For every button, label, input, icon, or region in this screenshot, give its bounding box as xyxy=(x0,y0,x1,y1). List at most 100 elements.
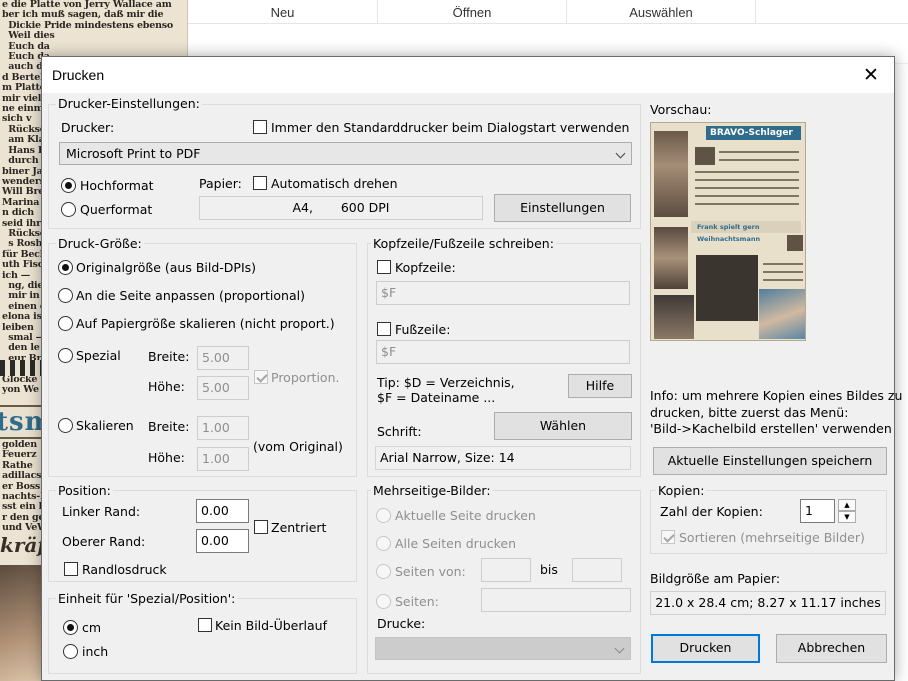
prints-label: Drucke: xyxy=(377,616,426,631)
landscape-radio[interactable] xyxy=(61,202,76,217)
printer-settings-button[interactable]: Einstellungen xyxy=(494,194,631,222)
auto-rotate-checkbox[interactable] xyxy=(253,176,267,190)
pages-to-label: bis xyxy=(540,562,558,577)
scale-height-label: Höhe: xyxy=(148,450,185,465)
printer-settings-label: Drucker-Einstellungen: xyxy=(56,96,202,111)
chevron-up-icon: ▲ xyxy=(844,501,850,509)
centered-checkbox[interactable] xyxy=(254,520,268,534)
special-height-input[interactable]: 5.00 xyxy=(197,376,249,400)
scale-width-input[interactable]: 1.00 xyxy=(197,416,249,440)
print-button[interactable]: Drucken xyxy=(651,634,760,663)
header-column-auswaehlen[interactable]: Auswählen xyxy=(567,0,756,24)
size-special-radio[interactable] xyxy=(58,348,73,363)
size-stretch-label: Auf Papiergröße skalieren (nicht proport… xyxy=(76,316,335,331)
unit-inch-label: inch xyxy=(82,644,109,659)
preview-photo-bottom-right xyxy=(759,289,805,339)
help-button[interactable]: Hilfe xyxy=(568,374,632,398)
unit-cm-radio[interactable] xyxy=(63,620,78,635)
centered-label: Zentriert xyxy=(271,520,327,535)
header-input[interactable]: $F xyxy=(376,281,630,305)
preview-table xyxy=(696,255,758,321)
special-width-input[interactable]: 5.00 xyxy=(197,346,249,370)
preview-banner: BRAVO-Schlager xyxy=(706,126,801,140)
position-label: Position: xyxy=(56,483,113,498)
info-text-line-1: Info: um mehrere Kopien eines Bildes zu xyxy=(650,388,903,403)
save-settings-button[interactable]: Aktuelle Einstellungen speichern xyxy=(653,447,887,475)
pages-to-input[interactable] xyxy=(572,558,622,582)
preview-text-line xyxy=(763,271,803,273)
printer-label: Drucker: xyxy=(61,120,115,135)
header-column-neu[interactable]: Neu xyxy=(188,0,378,24)
preview-photo-small xyxy=(695,147,715,165)
current-page-label: Aktuelle Seite drucken xyxy=(395,508,536,523)
proportion-checkbox[interactable] xyxy=(254,370,268,384)
copies-down-button[interactable]: ▼ xyxy=(838,511,856,523)
paper-format: A4 xyxy=(292,200,310,215)
footer-checkbox[interactable] xyxy=(377,322,391,336)
size-original-label: Originalgröße (aus Bild-DPIs) xyxy=(76,260,257,275)
unit-inch-radio[interactable] xyxy=(63,644,78,659)
top-margin-input[interactable]: 0.00 xyxy=(196,529,249,553)
pages-from-input[interactable] xyxy=(481,558,531,582)
unit-group xyxy=(48,598,357,674)
pages-radio[interactable] xyxy=(376,594,391,609)
borderless-label: Randlosdruck xyxy=(82,562,167,577)
size-fit-radio[interactable] xyxy=(58,288,73,303)
multipage-label: Mehrseitige-Bilder: xyxy=(371,483,493,498)
scale-height-input[interactable]: 1.00 xyxy=(197,447,249,471)
pages-label: Seiten: xyxy=(395,594,439,609)
printer-select-value: Microsoft Print to PDF xyxy=(66,146,201,161)
chevron-down-icon xyxy=(614,643,625,654)
header-column-oeffnen[interactable]: Öffnen xyxy=(378,0,567,24)
pages-from-radio[interactable] xyxy=(376,564,391,579)
printer-select[interactable]: Microsoft Print to PDF xyxy=(59,142,632,165)
font-value: Arial Narrow, Size: 14 xyxy=(375,446,631,470)
size-special-label: Spezial xyxy=(76,348,121,363)
always-default-checkbox[interactable] xyxy=(253,120,267,134)
header-footer-label: Kopfzeile/Fußzeile schreiben: xyxy=(371,236,556,251)
top-margin-label: Oberer Rand: xyxy=(62,534,146,549)
close-button[interactable]: ✕ xyxy=(848,57,894,93)
portrait-radio[interactable] xyxy=(61,178,76,193)
preview-text-line xyxy=(695,171,799,173)
copies-up-button[interactable]: ▲ xyxy=(838,499,856,511)
sort-checkbox[interactable] xyxy=(661,530,675,544)
preview-photo-mid xyxy=(654,227,688,289)
footer-input[interactable]: $F xyxy=(376,340,630,364)
current-page-radio[interactable] xyxy=(376,508,391,523)
image-size-value: 21.0 x 28.4 cm; 8.27 x 11.17 inches xyxy=(650,591,886,615)
print-dialog: Drucken ✕ Drucker-Einstellungen: Drucker… xyxy=(41,56,902,681)
portrait-label: Hochformat xyxy=(80,178,154,193)
prints-select[interactable] xyxy=(375,637,631,660)
preview-label: Vorschau: xyxy=(650,102,712,117)
preview-text-line xyxy=(763,263,803,265)
preview-text-line xyxy=(719,151,799,153)
pages-input[interactable] xyxy=(481,588,631,612)
preview-text-line xyxy=(695,203,799,205)
preview-photo-bottom-left xyxy=(654,295,694,339)
auto-rotate-label: Automatisch drehen xyxy=(271,176,398,191)
copies-count-input[interactable]: 1 xyxy=(800,499,835,523)
sort-label: Sortieren (mehrseitige Bilder) xyxy=(679,530,865,545)
size-stretch-radio[interactable] xyxy=(58,316,73,331)
left-margin-input[interactable]: 0.00 xyxy=(196,499,249,523)
cancel-button[interactable]: Abbrechen xyxy=(776,634,887,663)
no-overflow-label: Kein Bild-Überlauf xyxy=(215,618,327,633)
borderless-checkbox[interactable] xyxy=(64,562,78,576)
size-original-radio[interactable] xyxy=(58,260,73,275)
dialog-title: Drucken xyxy=(52,67,105,83)
no-overflow-checkbox[interactable] xyxy=(198,618,212,632)
preview-subhead: Frank spielt gern Weihnachtsmann xyxy=(691,221,801,243)
all-pages-radio[interactable] xyxy=(376,536,391,551)
footer-label: Fußzeile: xyxy=(395,322,451,337)
size-scale-radio[interactable] xyxy=(58,418,73,433)
preview-image: BRAVO-Schlager Frank spielt gern Weihnac… xyxy=(650,122,806,341)
header-checkbox[interactable] xyxy=(377,260,391,274)
font-label: Schrift: xyxy=(377,424,422,439)
preview-text-line xyxy=(719,159,799,161)
proportion-label: Proportion. xyxy=(271,370,340,385)
background-app-header: Neu Öffnen Auswählen xyxy=(188,0,908,24)
choose-font-button[interactable]: Wählen xyxy=(494,412,632,440)
pages-from-label: Seiten von: xyxy=(395,564,466,579)
dialog-titlebar: Drucken ✕ xyxy=(42,57,894,93)
